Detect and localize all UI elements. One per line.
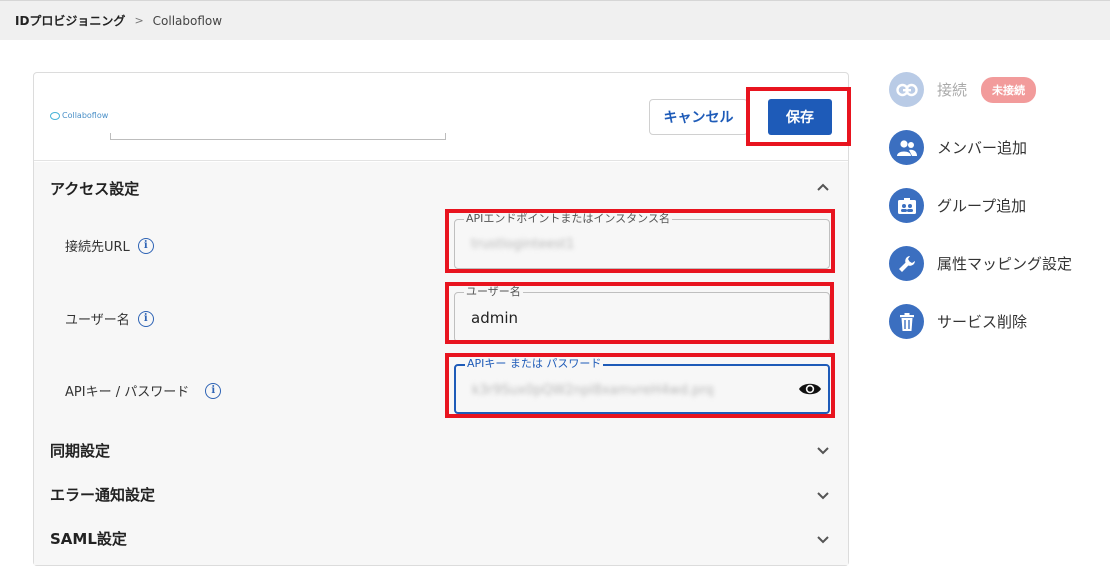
sidebar-item-attribute-mapping[interactable]: 属性マッピング設定	[889, 246, 1072, 281]
chevron-down-icon[interactable]	[816, 533, 830, 547]
people-icon	[889, 130, 924, 165]
settings-panel: Collaboflow キャンセル 保存 アクセス設定 接続先URL i API…	[33, 72, 849, 566]
sidebar-item-connect: 接続 未接続	[889, 72, 1037, 107]
username-input[interactable]: ユーザー名 admin	[454, 286, 830, 342]
service-logo: Collaboflow	[50, 111, 108, 120]
api-key-input[interactable]: APIキー または パスワード k3r9Sux0pQW2npl8xamvreH4…	[454, 358, 830, 414]
panel-body: アクセス設定 接続先URL i APIエンドポイントまたはインスタンス名 tru…	[34, 162, 848, 565]
link-icon	[889, 72, 924, 107]
eye-icon[interactable]	[798, 381, 822, 397]
sidebar-item-label: サービス削除	[937, 313, 1028, 331]
field-label-text: 接続先URL	[65, 240, 130, 255]
url-input-value: trustloginteest1	[471, 237, 575, 252]
save-button[interactable]: 保存	[768, 99, 832, 135]
breadcrumb-separator: >	[134, 14, 144, 27]
field-label-text: APIキー / パスワード	[65, 385, 190, 400]
breadcrumb: IDプロビジョニング > Collaboflow	[0, 0, 1110, 40]
sidebar-item-label: メンバー追加	[937, 139, 1028, 157]
logo-text: Collaboflow	[62, 111, 109, 120]
api-key-input-value: k3r9Sux0pQW2npl8xamvreH4wd.prq	[472, 383, 714, 398]
api-key-input-label: APIキー または パスワード	[465, 357, 604, 370]
field-label-url: 接続先URL i	[65, 236, 154, 255]
service-name-field[interactable]	[110, 133, 446, 140]
section-title-error-notify[interactable]: エラー通知設定	[50, 484, 155, 505]
wrench-icon	[889, 246, 924, 281]
username-input-label: ユーザー名	[464, 285, 523, 298]
cancel-button[interactable]: キャンセル	[649, 99, 748, 135]
info-icon[interactable]: i	[137, 310, 154, 327]
sidebar-item-label: グループ追加	[937, 197, 1027, 215]
field-label-text: ユーザー名	[65, 313, 130, 328]
section-title-saml[interactable]: SAML設定	[50, 528, 127, 549]
breadcrumb-current: Collaboflow	[152, 13, 223, 28]
sidebar-item-add-group[interactable]: グループ追加	[889, 188, 1026, 223]
field-label-api-key: APIキー / パスワード i	[65, 381, 222, 400]
info-icon[interactable]: i	[205, 382, 222, 399]
username-input-value: admin	[471, 309, 518, 327]
chevron-up-icon[interactable]	[816, 180, 830, 194]
sidebar-item-label: 属性マッピング設定	[937, 255, 1073, 273]
info-icon[interactable]: i	[137, 237, 154, 254]
sidebar-item-add-member[interactable]: メンバー追加	[889, 130, 1027, 165]
panel-header: Collaboflow キャンセル 保存	[34, 73, 848, 161]
group-card-icon	[889, 188, 924, 223]
section-title-sync[interactable]: 同期設定	[50, 440, 110, 461]
section-title-access[interactable]: アクセス設定	[50, 178, 139, 199]
collaboflow-logo-icon	[50, 111, 60, 120]
chevron-down-icon[interactable]	[816, 489, 830, 503]
chevron-down-icon[interactable]	[816, 444, 830, 458]
url-input-label: APIエンドポイントまたはインスタンス名	[464, 212, 672, 225]
sidebar-item-delete-service[interactable]: サービス削除	[889, 304, 1027, 339]
sidebar-item-label: 接続	[937, 81, 968, 99]
status-badge: 未接続	[981, 76, 1037, 103]
trash-icon	[889, 304, 924, 339]
field-label-username: ユーザー名 i	[65, 309, 154, 328]
url-input[interactable]: APIエンドポイントまたはインスタンス名 trustloginteest1	[454, 213, 830, 269]
breadcrumb-root-link[interactable]: IDプロビジョニング	[15, 12, 125, 29]
